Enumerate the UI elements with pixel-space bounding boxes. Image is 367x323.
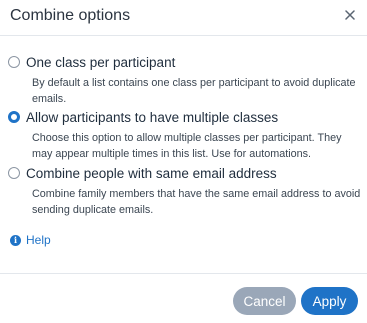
- radio-one-class-per-participant[interactable]: [8, 56, 20, 68]
- close-button[interactable]: [341, 6, 359, 24]
- apply-button[interactable]: Apply: [301, 287, 358, 315]
- option-title[interactable]: Allow participants to have multiple clas…: [26, 110, 278, 125]
- help-label[interactable]: Help: [26, 233, 51, 247]
- radio-allow-multiple-classes[interactable]: [8, 111, 20, 123]
- cancel-button[interactable]: Cancel: [233, 287, 296, 315]
- option-description: By default a list contains one class per…: [32, 77, 356, 105]
- option-title[interactable]: Combine people with same email address: [26, 166, 277, 181]
- option-description: Choose this option to allow multiple cla…: [32, 132, 342, 160]
- info-icon: i: [10, 234, 21, 246]
- combine-options-dialog: Combine options One class per participan…: [0, 0, 367, 323]
- dialog-title: Combine options: [10, 7, 131, 24]
- dialog-header: Combine options: [0, 0, 367, 36]
- help-link[interactable]: i Help: [10, 233, 51, 247]
- radio-combine-same-email[interactable]: [8, 167, 20, 179]
- dialog-footer: Cancel Apply: [0, 273, 367, 323]
- close-icon: [345, 10, 355, 20]
- option-title[interactable]: One class per participant: [26, 55, 175, 70]
- option-description: Combine family members that have the sam…: [32, 188, 361, 216]
